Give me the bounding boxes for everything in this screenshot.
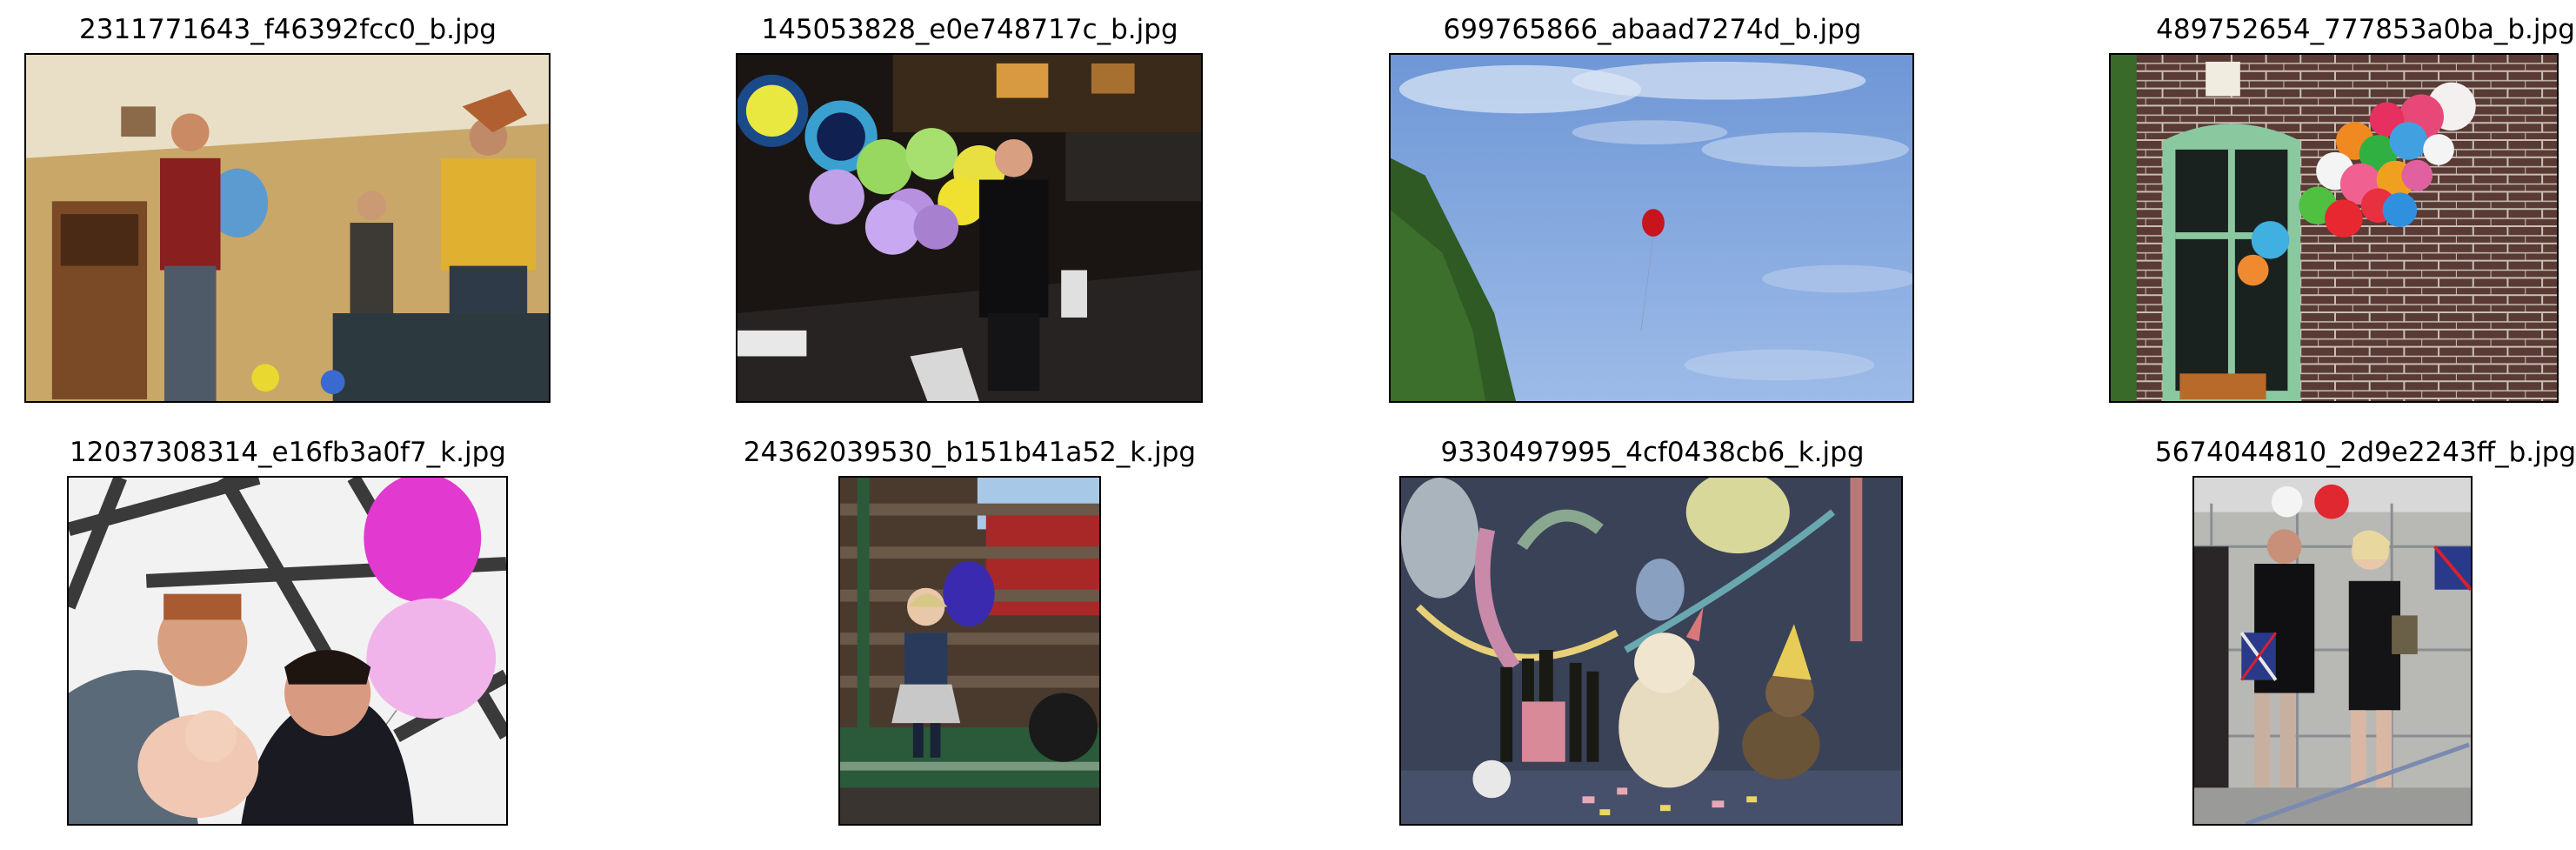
photo-night-balloons — [736, 53, 1203, 403]
image-caption: 145053828_e0e748717c_b.jpg — [761, 14, 1178, 45]
image-caption: 2311771643_f46392fcc0_b.jpg — [79, 14, 497, 45]
image-caption: 699765866_abaad7274d_b.jpg — [1443, 14, 1862, 45]
photo-brick-wall-balloons — [2109, 53, 2559, 403]
image-caption: 489752654_777853a0ba_b.jpg — [2156, 14, 2575, 45]
photo-railway-cart-child — [838, 476, 1101, 826]
image-caption: 5674044810_2d9e2243ff_b.jpg — [2154, 437, 2576, 468]
photo-party-dogs — [1399, 476, 1903, 826]
photo-window-family-balloons — [67, 476, 508, 826]
photo-street-flags — [2192, 476, 2473, 826]
image-caption: 12037308314_e16fb3a0f7_k.jpg — [70, 437, 506, 468]
image-caption: 24362039530_b151b41a52_k.jpg — [743, 437, 1197, 468]
photo-sky-red-balloon — [1389, 53, 1914, 403]
image-caption: 9330497995_4cf0438cb6_k.jpg — [1440, 437, 1865, 468]
photo-room-balloon — [24, 53, 551, 403]
